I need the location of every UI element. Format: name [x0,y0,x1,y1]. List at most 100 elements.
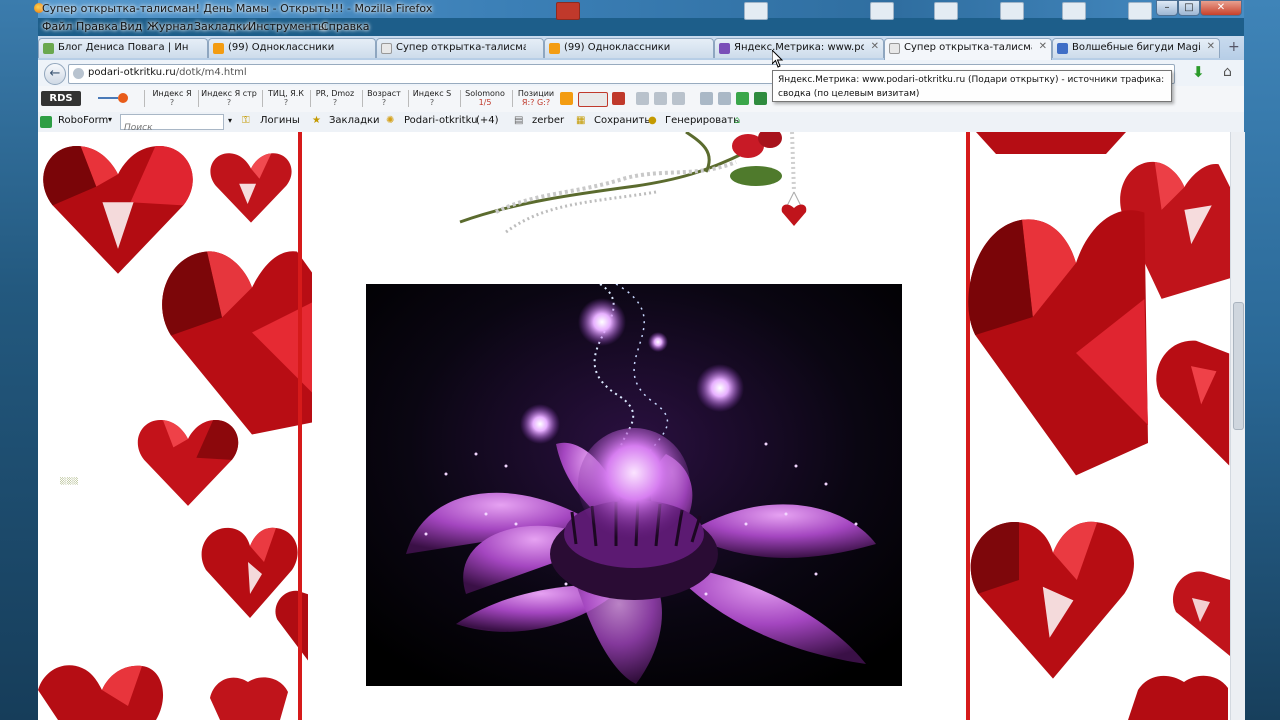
seo-tic[interactable]: ТИЦ, Я.К? [264,89,308,107]
download-arrow-icon[interactable]: ⬇ [1192,63,1205,81]
seo-label: Индекс Я стр [201,89,257,98]
key-icon: ⚿ [242,115,250,126]
seo-value: Я:? G:? [521,98,551,107]
image-icon[interactable] [700,92,713,105]
glowing-flower-image [366,284,902,686]
menu-tools[interactable]: Инструменты [248,20,327,33]
seo-age[interactable]: Возраст? [364,89,404,107]
menu-bar: Файл Правка Вид Журнал Закладки Инструме… [38,18,1244,36]
home-icon[interactable]: ⌂ [734,115,740,126]
home-icon[interactable]: ⌂ [1223,64,1232,80]
seo-index-yandex-pages[interactable]: Индекс Я стр? [200,89,258,107]
menu-bookmarks[interactable]: Закладки [194,20,250,33]
rds-toggle-icon[interactable] [98,93,130,103]
chevron-down-icon[interactable]: ▾ [228,116,232,125]
seo-label: PR, Dmoz [315,89,355,98]
tools-icon[interactable] [672,92,685,105]
page-favicon-icon [381,43,392,54]
stats-chart-icon[interactable] [612,92,625,105]
desktop-wallpaper-left [0,0,38,720]
green-tool-icon[interactable] [736,92,749,105]
chevron-down-icon[interactable]: ▾ [108,115,112,124]
tab-postcard[interactable]: Супер открытка-талисман!... [376,38,544,58]
toolbar-separator [310,90,311,107]
bookmarks-toolbar: RoboForm ▾ ▾ ⚿ Логины ★ Закладки ✺ Podar… [38,112,1244,134]
tab-magic[interactable]: Волшебные бигуди Magic ... ✕ [1052,38,1220,58]
seo-index-s[interactable]: Индекс S? [410,89,454,107]
seo-value: ? [226,98,232,107]
close-tab-icon[interactable]: ✕ [1039,41,1047,52]
ruby-heart-image [970,521,1134,679]
google-plus-icon[interactable] [578,92,608,107]
podari-otkritku-button[interactable]: Podari-otkritku [404,115,477,126]
mouse-cursor-icon [772,50,784,68]
seo-label: Индекс S [412,89,452,98]
odnoklassniki-icon[interactable] [560,92,573,105]
seo-positions[interactable]: Позиции Я:? G:? [514,89,558,107]
close-window-button[interactable]: ✕ [1200,0,1242,16]
maximize-button[interactable]: □ [1178,0,1200,16]
ruby-heart-image [137,420,239,506]
url-host: podari-otkritku.ru [88,67,176,78]
seo-value: 1/5 [478,98,492,107]
minimize-button[interactable]: – [1156,0,1178,16]
close-tab-icon[interactable]: ✕ [1207,41,1215,52]
tab-label: Блог Дениса Повага | Инте... [58,42,188,53]
window-titlebar[interactable]: Супер открытка-талисман! День Мамы - Отк… [34,0,1244,18]
logins-button[interactable]: Логины [260,115,300,126]
vertical-scrollbar[interactable] [1230,132,1245,720]
ruby-heart-image [275,590,308,661]
tooltip-line-1: Яндекс.Метрика: www.podari-otkritku.ru (… [778,75,1165,85]
bookmarks-button[interactable]: Закладки [329,115,380,126]
roboform-button[interactable]: RoboForm [58,115,108,126]
ruby-heart-image [976,132,1126,154]
menu-help[interactable]: Справка [321,20,369,33]
tab-label: (99) Одноклассники [564,42,671,53]
tab-label: (99) Одноклассники [228,42,335,53]
tab-blog[interactable]: Блог Дениса Повага | Инте... [38,38,208,58]
ruby-heart-image [162,251,312,435]
url-text[interactable]: podari-otkritku.ru/dotk/m4.html [88,67,247,78]
seo-label: Позиции [517,89,555,98]
ruby-heart-image [38,665,164,720]
seo-index-yandex[interactable]: Индекс Я? [148,89,196,107]
menu-file[interactable]: Файл [42,20,72,33]
ruby-heart-image [1156,340,1230,466]
generate-icon: ● [648,115,657,126]
zerber-button[interactable]: zerber [532,115,564,126]
tab-odnoklassniki-2[interactable]: (99) Одноклассники [544,38,714,58]
menu-view[interactable]: Вид [120,20,142,33]
toolbar-separator [408,90,409,107]
globe-icon [73,68,84,79]
close-tab-icon[interactable]: ✕ [871,41,879,52]
seo-solomono[interactable]: Solomono 1/5 [462,89,508,107]
roboform-search[interactable] [120,114,224,134]
seo-pagerank[interactable]: PR, Dmoz? [312,89,358,107]
tab-yandex-metrika[interactable]: Яндекс.Метрика: www.pod... ✕ [714,38,884,58]
left-red-border [298,132,302,720]
edit-icon[interactable] [754,92,767,105]
leaf-favicon-icon [43,43,54,54]
menu-history[interactable]: Журнал [147,20,193,33]
generate-button[interactable]: Генерировать [665,115,739,126]
rss-icon[interactable] [718,92,731,105]
tab-label: Яндекс.Метрика: www.pod... [734,42,864,53]
sun-icon: ✺ [386,115,395,126]
podari-count: (+4) [476,115,499,126]
new-tab-button[interactable]: + [1228,39,1240,55]
scrollbar-thumb[interactable] [1233,302,1244,430]
grid-icon[interactable] [654,92,667,105]
toolbar-separator [460,90,461,107]
save-button[interactable]: Сохранить [594,115,650,126]
ruby-heart-image [210,153,292,223]
back-button[interactable]: ← [44,63,66,85]
seo-label: Solomono [465,89,505,98]
tab-postcard-active[interactable]: Супер открытка-талисман!... ✕ [884,38,1052,60]
tab-label: Супер открытка-талисман!... [396,42,526,53]
grid-icon[interactable] [636,92,649,105]
page-favicon-icon [1057,43,1068,54]
menu-edit[interactable]: Правка [76,20,118,33]
star-icon: ★ [312,115,321,126]
rds-button[interactable]: RDS [41,91,81,106]
tab-odnoklassniki[interactable]: (99) Одноклассники [208,38,376,58]
